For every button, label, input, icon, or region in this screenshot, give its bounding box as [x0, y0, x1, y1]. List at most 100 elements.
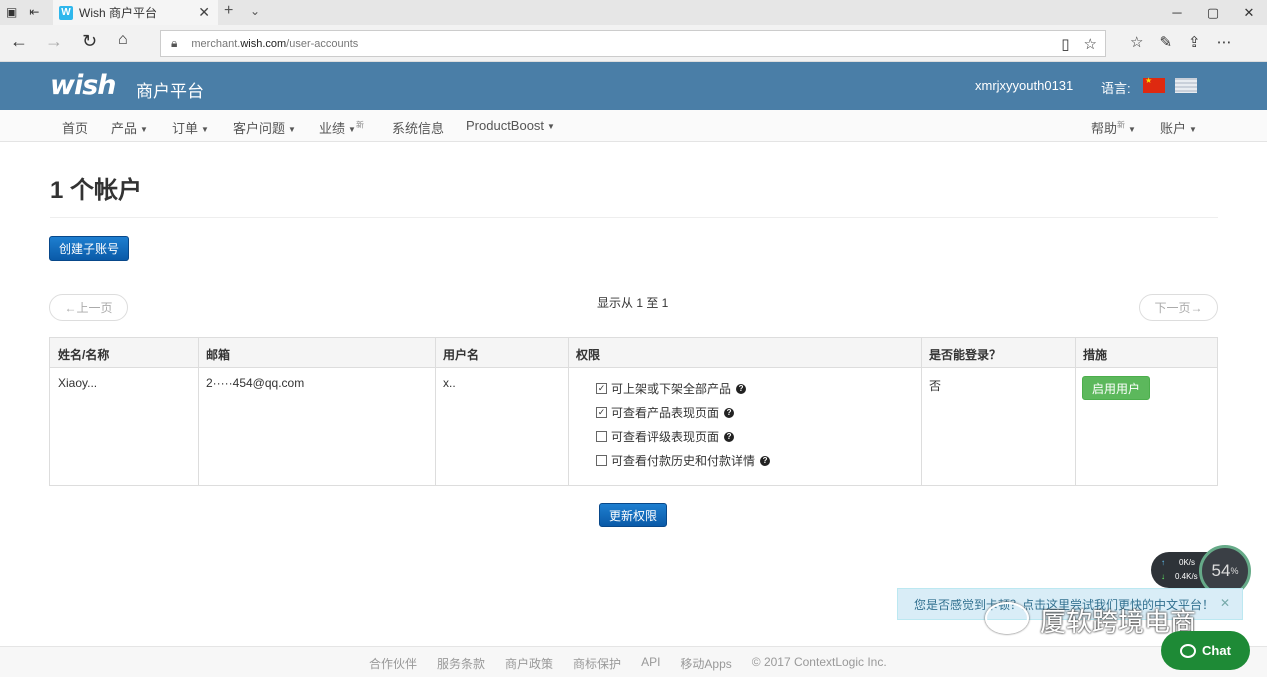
header-permissions: 权限 — [576, 348, 601, 362]
china-flag-icon[interactable] — [1143, 76, 1165, 93]
address-bar[interactable]: 🔒︎ merchant. wish.com/user-accounts ▯ ☆ — [160, 30, 1106, 57]
column-divider — [921, 338, 922, 485]
column-divider — [435, 338, 436, 485]
caret-down-icon: ▼ — [140, 125, 148, 135]
checkbox-checked-icon[interactable]: ✓ — [596, 407, 607, 418]
pen-icon[interactable]: ✎ — [1159, 33, 1172, 51]
minimize-icon[interactable]: ─ — [1159, 0, 1195, 25]
nav-account[interactable]: 账户 ▼ — [1160, 118, 1197, 137]
nav-customer-issues-label: 客户问题 — [233, 121, 286, 136]
refresh-icon[interactable]: ↻ — [82, 31, 97, 52]
header-email: 邮箱 — [206, 348, 231, 362]
browser-tab-bar: ▣ ⇤ W Wish 商户平台 ✕ + ⌄ ─ ▢ ✕ — [0, 0, 1267, 25]
pagination-info: 显示从 1 至 1 — [597, 296, 669, 310]
permission-item[interactable]: 可查看评级表现页面 ? — [596, 428, 735, 445]
nav-products-label: 产品 — [111, 121, 138, 136]
cell-can-login: 否 — [929, 379, 942, 393]
reading-view-icon[interactable]: ▯ — [1061, 35, 1069, 53]
site-header: wish 商户平台 xmrjxyyouth0131 语言: — [0, 62, 1267, 110]
help-icon[interactable]: ? — [724, 431, 735, 442]
checkbox-unchecked-icon[interactable] — [596, 455, 607, 466]
checkbox-unchecked-icon[interactable] — [596, 431, 607, 442]
permission-label: 可上架或下架全部产品 — [611, 382, 732, 396]
enable-user-button[interactable]: 启用用户 — [1082, 376, 1150, 400]
nav-products[interactable]: 产品 ▼ — [111, 118, 148, 137]
new-badge: 新 — [1117, 120, 1126, 130]
url-path: /user-accounts — [286, 37, 359, 50]
chevron-down-icon[interactable]: ⌄ — [250, 4, 260, 18]
maximize-icon[interactable]: ▢ — [1195, 0, 1231, 25]
nav-account-label: 账户 — [1160, 121, 1187, 136]
tab-list-icon[interactable]: ▣ — [6, 5, 17, 19]
nav-system-info-label: 系统信息 — [392, 121, 445, 136]
logo-subtitle: 商户平台 — [136, 82, 204, 101]
tab-title: Wish 商户平台 — [79, 6, 158, 20]
cell-username: x.. — [443, 376, 456, 390]
new-badge: 新 — [355, 120, 364, 130]
favorite-star-icon[interactable]: ☆ — [1084, 35, 1097, 53]
permission-item[interactable]: ✓ 可上架或下架全部产品 ? — [596, 380, 747, 397]
next-page-button[interactable]: 下一页→ — [1139, 294, 1218, 321]
nav-help[interactable]: 帮助新 ▼ — [1091, 118, 1136, 137]
nav-customer-issues[interactable]: 客户问题 ▼ — [233, 118, 296, 137]
nav-productboost[interactable]: ProductBoost ▼ — [466, 118, 555, 133]
browser-tab[interactable]: W Wish 商户平台 ✕ — [53, 0, 218, 25]
lock-icon: 🔒︎ — [171, 36, 178, 50]
footer-link-policy[interactable]: 商户政策 — [505, 655, 553, 672]
upload-arrow-icon: ↑ — [1161, 558, 1165, 567]
wish-favicon-icon: W — [59, 5, 73, 20]
close-window-icon[interactable]: ✕ — [1231, 0, 1267, 25]
column-divider — [568, 338, 569, 485]
more-icon[interactable]: ⋯ — [1217, 33, 1232, 51]
back-icon[interactable]: ← — [10, 31, 28, 52]
help-icon[interactable]: ? — [724, 407, 735, 418]
caret-down-icon: ▼ — [547, 122, 555, 132]
set-tabs-aside-icon[interactable]: ⇤ — [29, 5, 39, 19]
cell-email: 2·····454@qq.com — [206, 376, 305, 390]
footer: 合作伙伴 服务条款 商户政策 商标保护 API 移动Apps © 2017 Co… — [0, 646, 1267, 677]
home-icon[interactable]: ⌂ — [118, 31, 128, 49]
nav-home-label: 首页 — [62, 121, 89, 136]
language-label: 语言: — [1101, 81, 1131, 96]
chat-button[interactable]: Chat — [1161, 631, 1250, 670]
cell-name: Xiaoy... — [58, 376, 98, 390]
wish-logo[interactable]: wish — [50, 70, 116, 101]
upload-speed: 0K/s — [1179, 558, 1196, 567]
footer-link-mobile-apps[interactable]: 移动Apps — [680, 655, 731, 672]
footer-link-trademark[interactable]: 商标保护 — [573, 655, 621, 672]
prev-page-button[interactable]: ←上一页 — [49, 294, 128, 321]
footer-link-api[interactable]: API — [641, 655, 660, 672]
nav-system-info[interactable]: 系统信息 — [392, 118, 444, 137]
close-icon[interactable]: ✕ — [1220, 596, 1230, 610]
permission-item[interactable]: ✓ 可查看产品表现页面 ? — [596, 404, 735, 421]
share-icon[interactable]: ⇪ — [1188, 33, 1201, 51]
nav-orders[interactable]: 订单 ▼ — [172, 118, 209, 137]
forward-icon[interactable]: → — [45, 31, 63, 52]
username[interactable]: xmrjxyyouth0131 — [975, 78, 1073, 93]
caret-down-icon: ▼ — [348, 125, 356, 135]
wechat-watermark-icon — [985, 602, 1029, 634]
chat-label: Chat — [1202, 643, 1231, 658]
tab-actions: ▣ ⇤ — [6, 5, 39, 19]
favorites-hub-icon[interactable]: ☆ — [1130, 33, 1143, 51]
footer-links: 合作伙伴 服务条款 商户政策 商标保护 API 移动Apps © 2017 Co… — [369, 655, 887, 672]
page-title: 1 个帐户 — [50, 177, 143, 204]
new-tab-icon[interactable]: + — [224, 2, 233, 20]
nav-home[interactable]: 首页 — [62, 118, 88, 137]
help-icon[interactable]: ? — [760, 455, 771, 466]
permission-item[interactable]: 可查看付款历史和付款详情 ? — [596, 452, 771, 469]
close-tab-icon[interactable]: ✕ — [198, 4, 210, 21]
update-permissions-button[interactable]: 更新权限 — [599, 503, 667, 527]
us-flag-icon[interactable] — [1175, 78, 1197, 93]
checkbox-checked-icon[interactable]: ✓ — [596, 383, 607, 394]
nav-orders-label: 订单 — [172, 121, 199, 136]
create-sub-account-button[interactable]: 创建子账号 — [49, 236, 129, 261]
nav-help-label: 帮助 — [1091, 121, 1118, 136]
nav-performance[interactable]: 业绩 ▼新 — [319, 118, 364, 137]
footer-link-partners[interactable]: 合作伙伴 — [369, 655, 417, 672]
permission-label: 可查看产品表现页面 — [611, 406, 720, 420]
footer-link-terms[interactable]: 服务条款 — [437, 655, 485, 672]
column-divider — [198, 338, 199, 485]
help-icon[interactable]: ? — [736, 383, 747, 394]
permission-label: 可查看评级表现页面 — [611, 430, 720, 444]
